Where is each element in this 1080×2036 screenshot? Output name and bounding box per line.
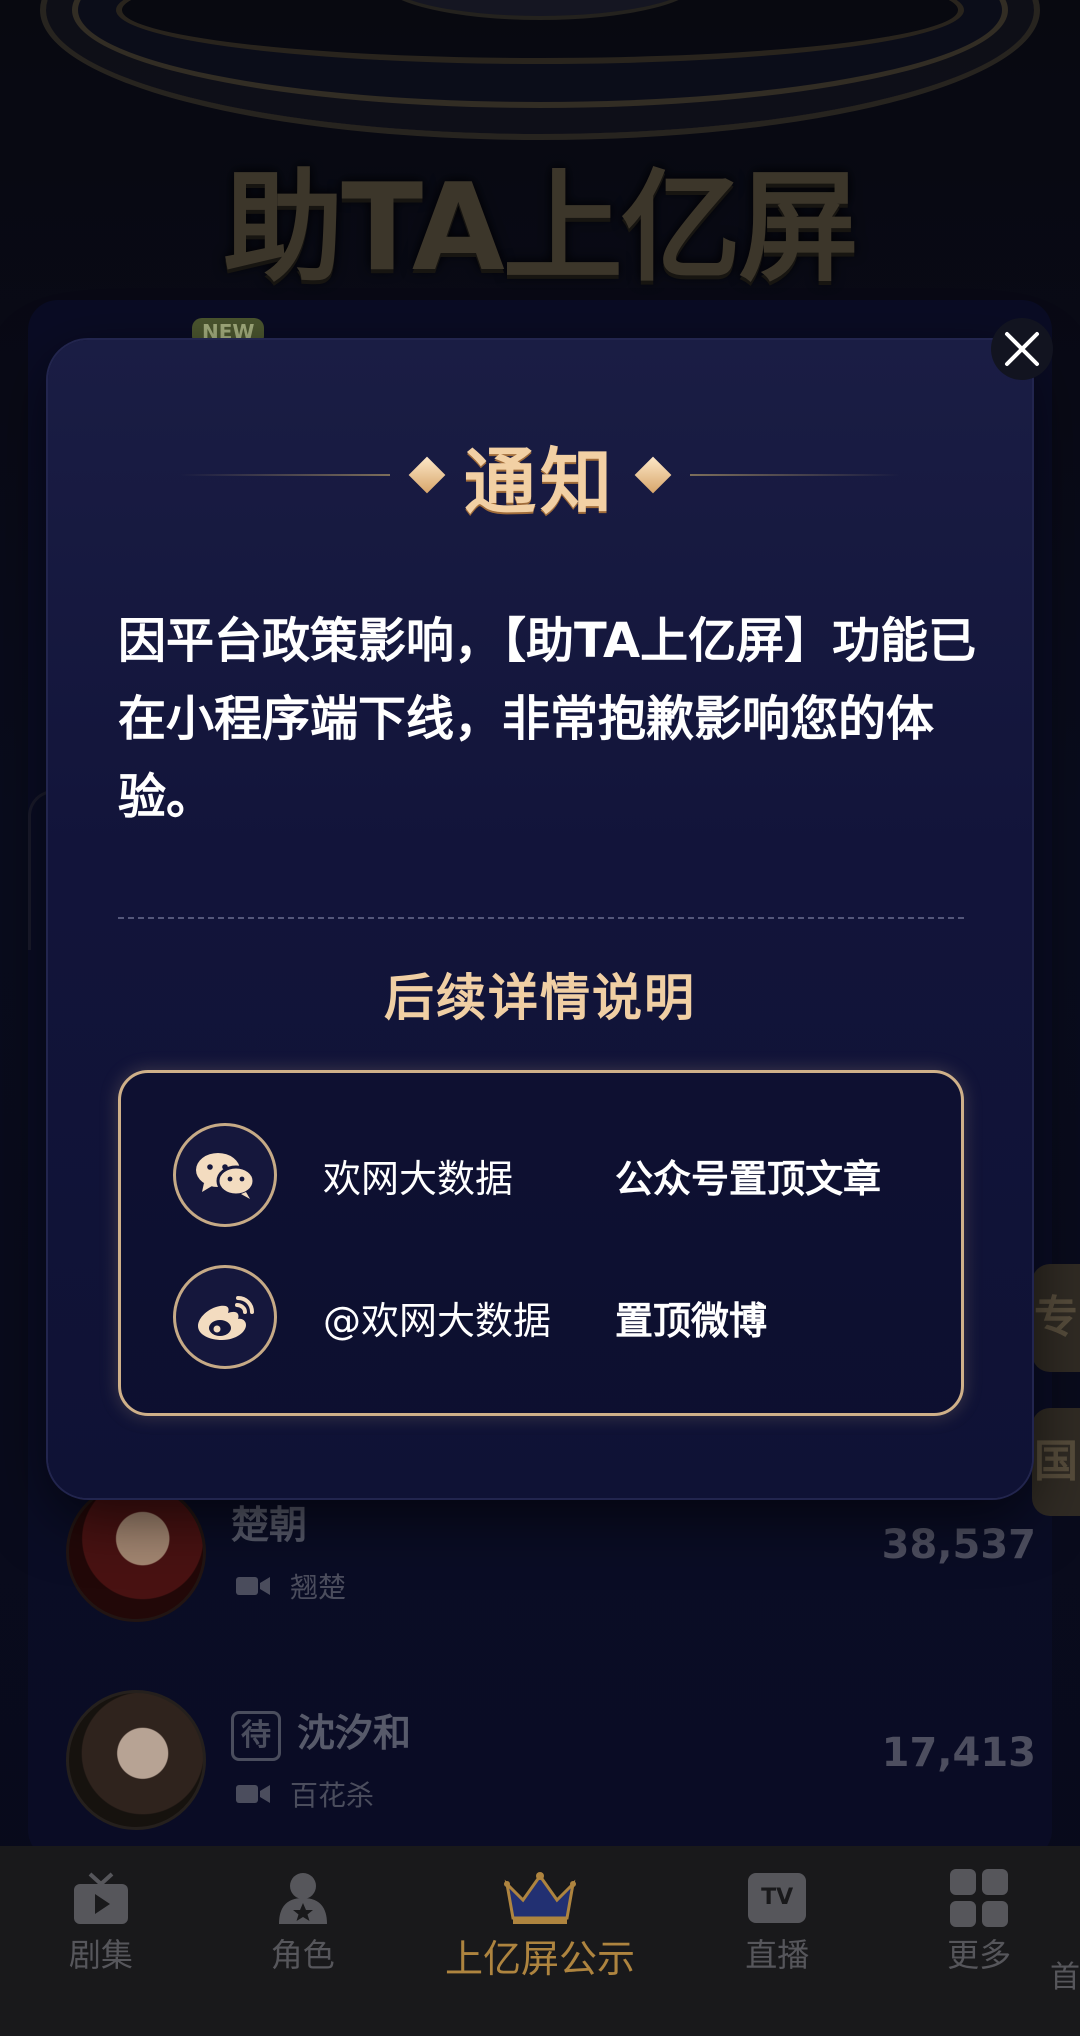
details-heading: 后续详情说明 <box>384 969 696 1027</box>
contact-row-weibo[interactable]: @欢网大数据 置顶微博 <box>121 1263 967 1371</box>
wechat-icon <box>173 1123 277 1227</box>
contact-box: 欢网大数据 公众号置顶文章 @欢网大数据 置顶微博 <box>118 1070 964 1416</box>
divider-left <box>179 474 390 476</box>
dialog-title: 通知 <box>463 439 616 524</box>
divider-right <box>690 474 900 476</box>
close-button[interactable] <box>991 318 1053 380</box>
notice-dialog: 通知 因平台政策影响，【助TA上亿屏】功能已在小程序端下线，非常抱歉影响您的体验… <box>48 340 1032 1498</box>
dialog-header: 通知 <box>48 430 1032 524</box>
content-location: 公众号置顶文章 <box>615 1156 882 1201</box>
weibo-icon <box>173 1265 277 1369</box>
account-name: @欢网大数据 <box>323 1298 552 1343</box>
dashed-divider <box>118 917 964 919</box>
contact-row-wechat[interactable]: 欢网大数据 公众号置顶文章 <box>121 1121 967 1229</box>
content-location: 置顶微博 <box>615 1298 768 1343</box>
diamond-icon <box>408 456 446 494</box>
diamond-icon <box>634 456 672 494</box>
page: 助TA上亿屏 NEW 专 国 楚朝 翘楚 38,537 待沈汐和 百花杀 17,… <box>0 0 1080 2036</box>
account-name: 欢网大数据 <box>323 1156 514 1201</box>
close-icon <box>1005 332 1039 366</box>
dialog-message: 因平台政策影响，【助TA上亿屏】功能已在小程序端下线，非常抱歉影响您的体验。 <box>118 613 977 825</box>
